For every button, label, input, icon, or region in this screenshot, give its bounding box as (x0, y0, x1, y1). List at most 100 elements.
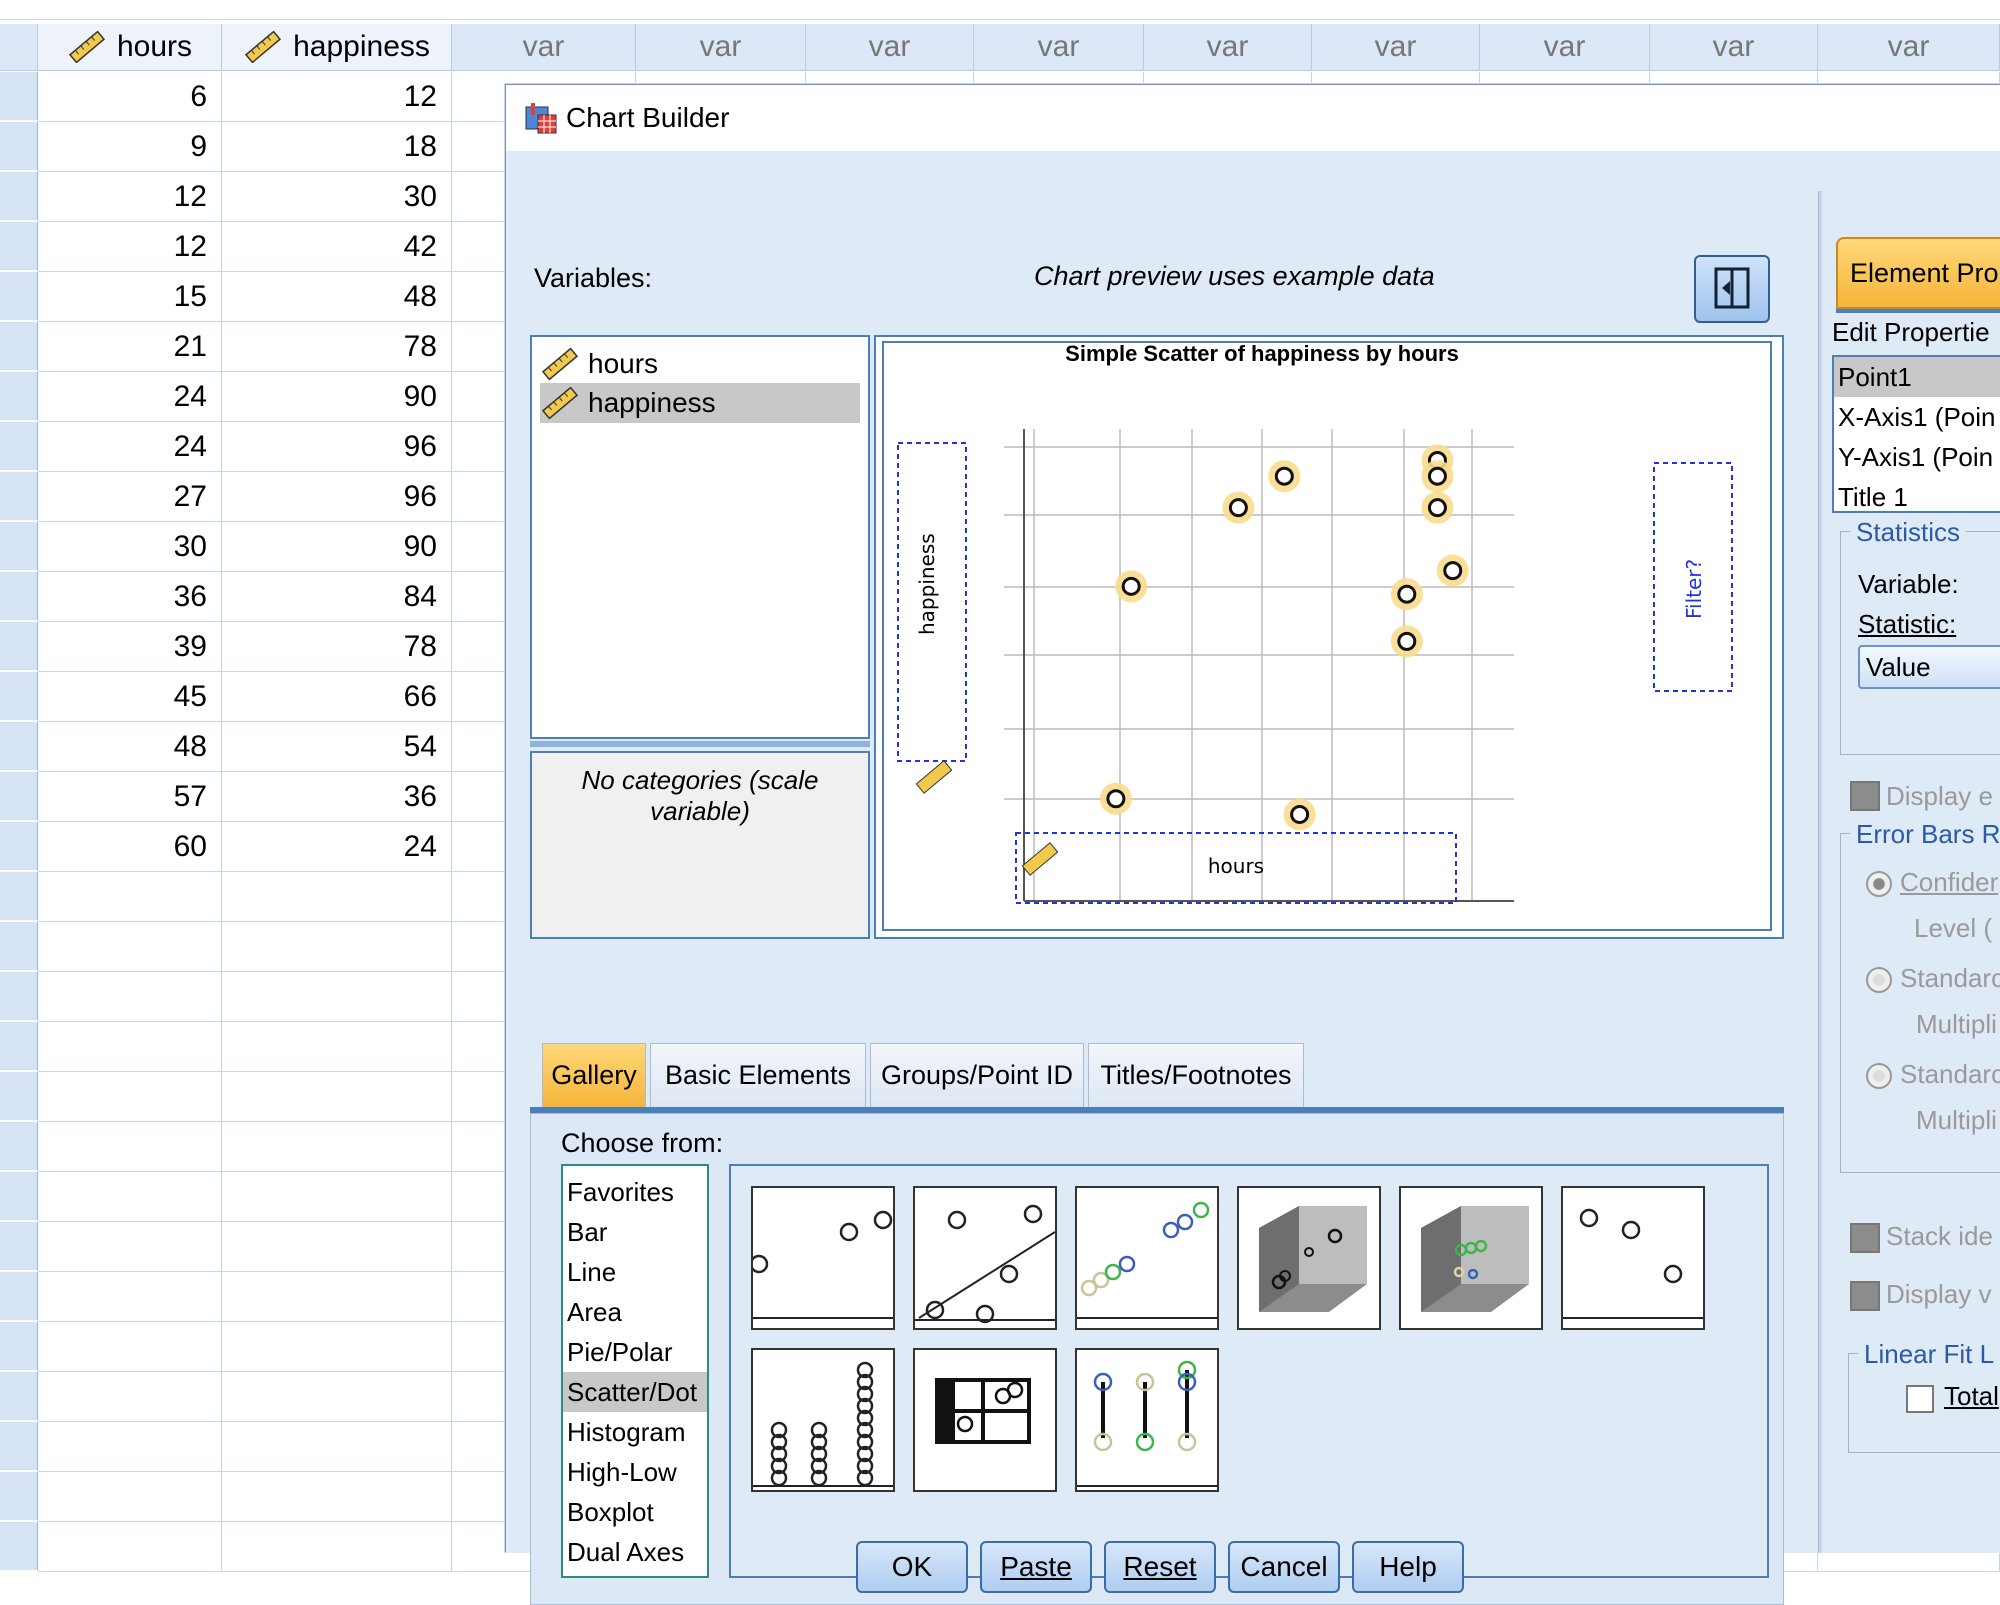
grid-cell[interactable] (38, 1422, 222, 1472)
grid-cell[interactable]: 21 (38, 322, 222, 372)
row-header[interactable] (0, 1372, 38, 1421)
chart-canvas[interactable]: Simple Scatter of happiness by hours happ… (874, 335, 1784, 939)
simple-dot-plot-icon[interactable] (751, 1348, 895, 1492)
grid-cell[interactable] (222, 872, 452, 922)
row-header[interactable] (0, 1072, 38, 1121)
grid-cell[interactable]: 60 (38, 822, 222, 872)
grid-cell[interactable]: 90 (222, 522, 452, 572)
element-list-item[interactable]: Point1 (1834, 357, 2000, 397)
column-header-var[interactable]: var (1650, 24, 1818, 71)
row-header[interactable] (0, 1322, 38, 1371)
grid-cell[interactable]: 96 (222, 422, 452, 472)
grid-cell[interactable] (38, 1222, 222, 1272)
row-header[interactable] (0, 722, 38, 771)
grid-cell[interactable] (222, 1022, 452, 1072)
column-header-var[interactable]: var (1480, 24, 1650, 71)
column-header-var[interactable]: var (636, 24, 806, 71)
grid-cell[interactable] (38, 872, 222, 922)
row-header[interactable] (0, 822, 38, 871)
tab-titles-footnotes[interactable]: Titles/Footnotes (1088, 1043, 1304, 1107)
row-header[interactable] (0, 522, 38, 571)
grid-cell[interactable] (222, 1222, 452, 1272)
grid-corner[interactable] (0, 24, 38, 71)
grid-cell[interactable] (222, 1122, 452, 1172)
chart-type-item[interactable]: Scatter/Dot (563, 1372, 707, 1412)
grid-cell[interactable]: 36 (222, 772, 452, 822)
grid-cell[interactable] (38, 1322, 222, 1372)
tab-basic-elements[interactable]: Basic Elements (650, 1043, 866, 1107)
row-header[interactable] (0, 372, 38, 421)
grid-cell[interactable]: 84 (222, 572, 452, 622)
expand-button[interactable] (1694, 255, 1770, 323)
column-header-happiness[interactable]: happiness (222, 24, 452, 71)
column-header-var[interactable]: var (806, 24, 974, 71)
row-header[interactable] (0, 672, 38, 721)
grid-cell[interactable]: 24 (222, 822, 452, 872)
row-header[interactable] (0, 572, 38, 621)
element-properties-tab[interactable]: Element Prop (1836, 237, 2000, 309)
column-header-var[interactable]: var (1312, 24, 1480, 71)
grid-cell[interactable]: 90 (222, 372, 452, 422)
help-button[interactable]: Help (1352, 1541, 1464, 1593)
grid-cell[interactable] (222, 1322, 452, 1372)
grid-cell[interactable]: 45 (38, 672, 222, 722)
grid-cell[interactable]: 42 (222, 222, 452, 272)
column-header-hours[interactable]: hours (38, 24, 222, 71)
row-header[interactable] (0, 1272, 38, 1321)
grid-cell[interactable] (38, 1522, 222, 1572)
row-header[interactable] (0, 172, 38, 221)
grid-cell[interactable] (38, 972, 222, 1022)
standard-deviation-radio[interactable] (1866, 1063, 1892, 1089)
display-values-checkbox[interactable] (1850, 1281, 1880, 1311)
column-header-var[interactable]: var (974, 24, 1144, 71)
grid-cell[interactable] (222, 922, 452, 972)
grid-cell[interactable]: 36 (38, 572, 222, 622)
grid-cell[interactable] (222, 1172, 452, 1222)
grid-cell[interactable]: 66 (222, 672, 452, 722)
grid-cell[interactable] (38, 1172, 222, 1222)
row-header[interactable] (0, 472, 38, 521)
row-header[interactable] (0, 322, 38, 371)
chart-type-item[interactable]: Pie/Polar (563, 1332, 707, 1372)
row-header[interactable] (0, 72, 38, 121)
grid-cell[interactable]: 24 (38, 372, 222, 422)
chart-type-item[interactable]: Boxplot (563, 1492, 707, 1532)
column-header-var[interactable]: var (1818, 24, 2000, 71)
column-header-var[interactable]: var (1144, 24, 1312, 71)
variable-item-hours[interactable]: hours (540, 345, 860, 383)
chart-type-item[interactable]: Favorites (563, 1172, 707, 1212)
grid-cell[interactable]: 54 (222, 722, 452, 772)
confidence-radio[interactable] (1866, 871, 1892, 897)
row-header[interactable] (0, 772, 38, 821)
drop-line-icon[interactable] (1075, 1348, 1219, 1492)
element-list-item[interactable]: Y-Axis1 (Poin (1834, 437, 2000, 477)
row-header[interactable] (0, 272, 38, 321)
grid-cell[interactable] (222, 1072, 452, 1122)
grid-cell[interactable]: 48 (38, 722, 222, 772)
stack-identical-checkbox[interactable] (1850, 1223, 1880, 1253)
grid-cell[interactable]: 96 (222, 472, 452, 522)
reset-button[interactable]: Reset (1104, 1541, 1216, 1593)
chart-type-item[interactable]: Line (563, 1252, 707, 1292)
3d-scatter-icon[interactable] (1237, 1186, 1381, 1330)
simple-scatter-icon[interactable] (749, 1186, 895, 1330)
column-header-var[interactable]: var (452, 24, 636, 71)
tab-groups-point-id[interactable]: Groups/Point ID (870, 1043, 1084, 1107)
row-header[interactable] (0, 872, 38, 921)
grid-cell[interactable] (38, 1272, 222, 1322)
row-header[interactable] (0, 1422, 38, 1471)
grid-cell[interactable]: 78 (222, 322, 452, 372)
row-header[interactable] (0, 1522, 38, 1571)
row-header[interactable] (0, 922, 38, 971)
element-list-item[interactable]: Title 1 (1834, 477, 2000, 511)
grid-cell[interactable]: 78 (222, 622, 452, 672)
grid-cell[interactable]: 12 (38, 222, 222, 272)
standard-error-radio[interactable] (1866, 967, 1892, 993)
3d-grouped-scatter-icon[interactable] (1399, 1186, 1543, 1330)
grid-cell[interactable] (222, 1372, 452, 1422)
grid-cell[interactable] (38, 922, 222, 972)
grid-cell[interactable] (222, 1272, 452, 1322)
grid-cell[interactable]: 12 (38, 172, 222, 222)
grid-cell[interactable]: 57 (38, 772, 222, 822)
row-header[interactable] (0, 422, 38, 471)
